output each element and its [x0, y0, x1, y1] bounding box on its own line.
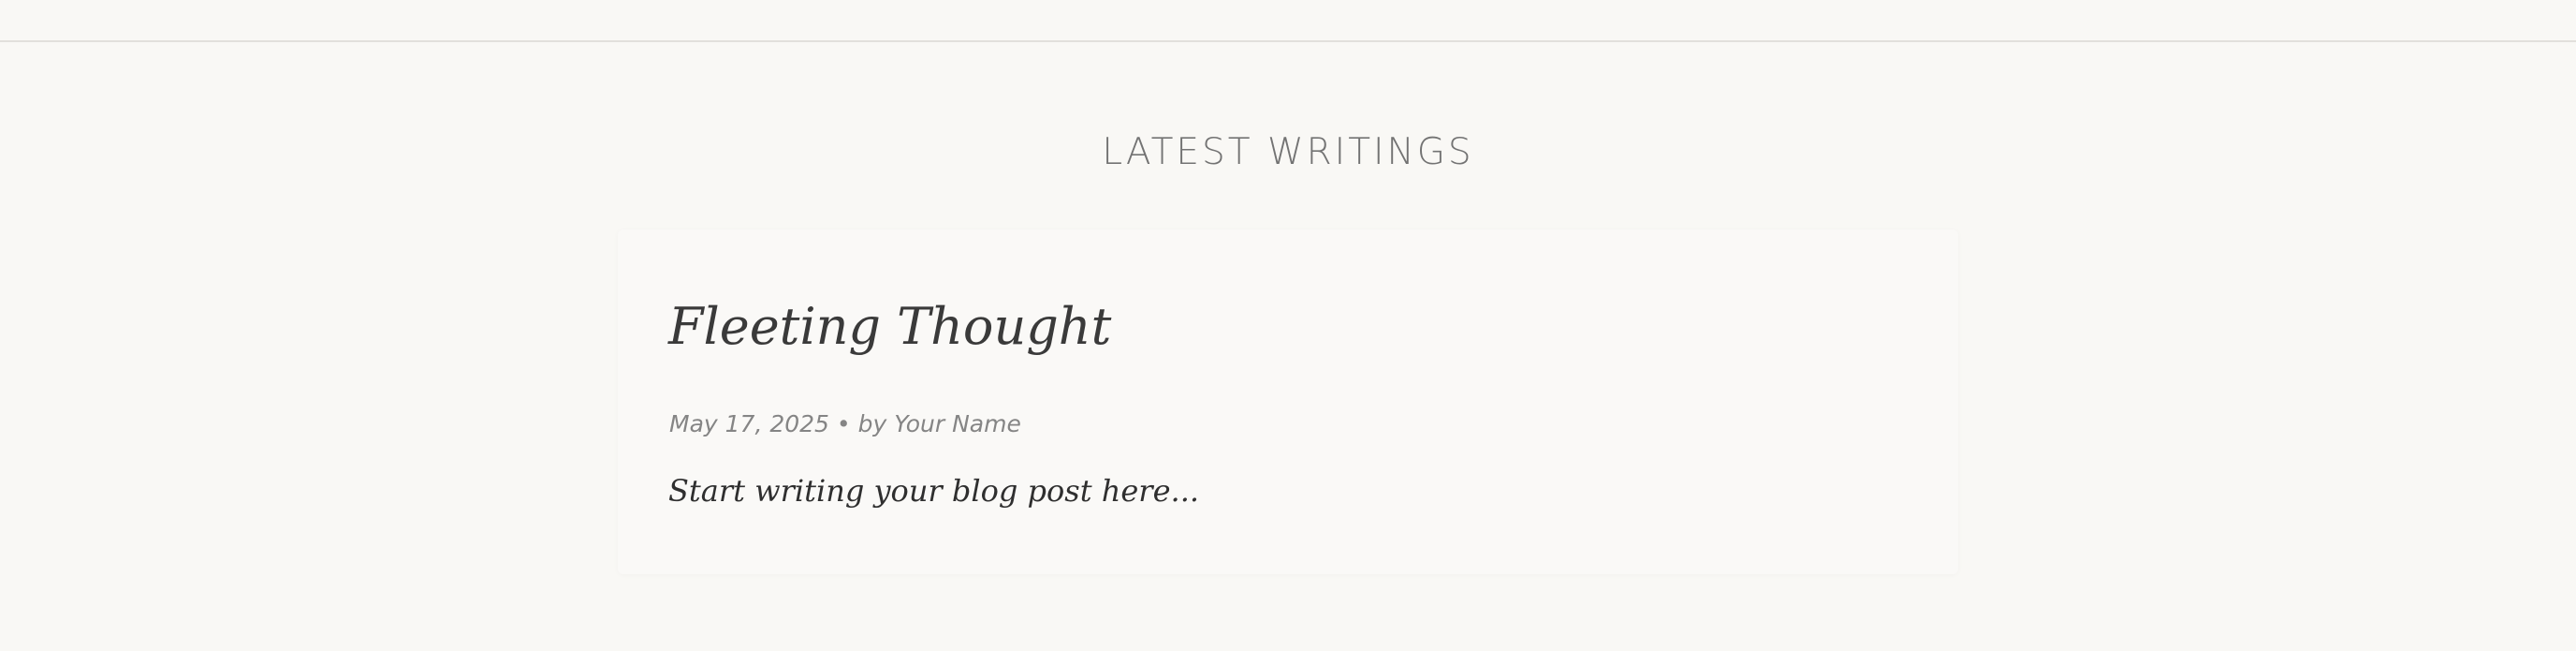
post-card[interactable]: Fleeting Thought May 17, 2025 • by Your …	[618, 229, 1958, 574]
post-meta: May 17, 2025 • by Your Name	[669, 410, 1021, 437]
post-title[interactable]: Fleeting Thought	[668, 297, 1111, 356]
section-title: LATEST WRITINGS	[1102, 131, 1474, 173]
post-excerpt: Start writing your blog post here...	[668, 473, 1200, 509]
page: LATEST WRITINGS Fleeting Thought May 17,…	[0, 0, 2576, 651]
header-divider	[0, 40, 2576, 42]
